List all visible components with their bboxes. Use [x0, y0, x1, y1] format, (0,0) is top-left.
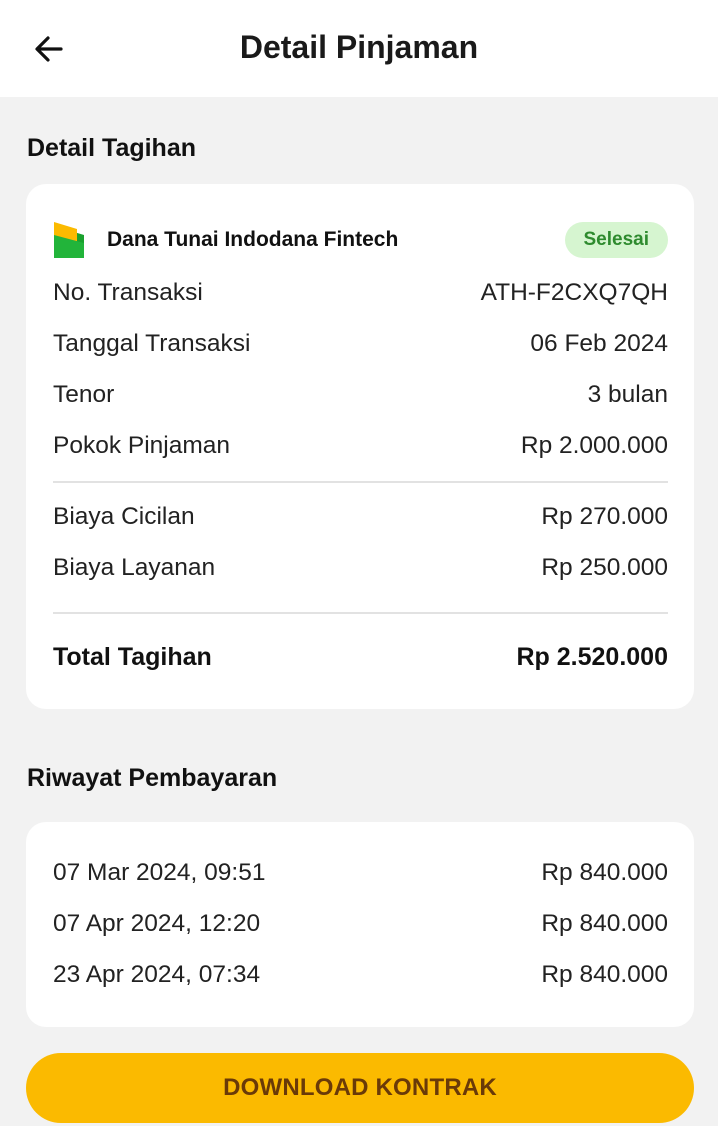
row-label: No. Transaksi: [53, 279, 203, 306]
bill-card: Dana Tunai Indodana Fintech Selesai No. …: [26, 184, 694, 709]
payment-amount: Rp 840.000: [541, 910, 668, 937]
row-label: Biaya Cicilan: [53, 503, 195, 530]
row-value: Rp 250.000: [541, 554, 668, 581]
payment-row: 07 Mar 2024, 09:51 Rp 840.000: [53, 853, 668, 893]
payment-row: 23 Apr 2024, 07:34 Rp 840.000: [53, 955, 668, 995]
total-value: Rp 2.520.000: [516, 642, 669, 671]
row-label: Pokok Pinjaman: [53, 432, 231, 459]
detail-row-transaction-no: No. Transaksi ATH-F2CXQ7QH: [53, 273, 668, 313]
row-label: Biaya Layanan: [53, 554, 216, 581]
page-title: Detail Pinjaman: [239, 29, 479, 65]
payment-history-card: 07 Mar 2024, 09:51 Rp 840.000 07 Apr 202…: [26, 822, 694, 1027]
row-value: Rp 2.000.000: [520, 432, 668, 459]
payment-date: 07 Mar 2024, 09:51: [53, 859, 266, 886]
row-value: ATH-F2CXQ7QH: [480, 279, 668, 306]
app-header: Detail Pinjaman: [0, 0, 718, 97]
divider: [53, 612, 668, 614]
back-button[interactable]: [26, 26, 72, 72]
fee-row-installment: Biaya Cicilan Rp 270.000: [53, 497, 668, 537]
payment-amount: Rp 840.000: [541, 961, 668, 988]
bill-section-title: Detail Tagihan: [27, 134, 197, 162]
payment-date: 23 Apr 2024, 07:34: [53, 961, 261, 988]
detail-row-transaction-date: Tanggal Transaksi 06 Feb 2024: [53, 324, 668, 364]
fee-row-service: Biaya Layanan Rp 250.000: [53, 548, 668, 588]
detail-row-principal: Pokok Pinjaman Rp 2.000.000: [53, 426, 668, 466]
row-label: Tanggal Transaksi: [53, 330, 251, 357]
detail-row-tenor: Tenor 3 bulan: [53, 375, 668, 415]
lender-logo-icon: [54, 222, 84, 258]
row-value: Rp 270.000: [541, 503, 668, 530]
payment-amount: Rp 840.000: [541, 859, 668, 886]
status-badge: Selesai: [564, 222, 668, 258]
total-row: Total Tagihan Rp 2.520.000: [53, 637, 668, 677]
row-label: Tenor: [53, 381, 115, 408]
row-value: 3 bulan: [587, 381, 668, 408]
row-value: 06 Feb 2024: [530, 330, 668, 357]
lender-name: Dana Tunai Indodana Fintech: [107, 228, 399, 251]
payment-row: 07 Apr 2024, 12:20 Rp 840.000: [53, 904, 668, 944]
divider: [53, 481, 668, 483]
history-section-title: Riwayat Pembayaran: [27, 764, 278, 792]
download-contract-button[interactable]: DOWNLOAD KONTRAK: [26, 1053, 694, 1123]
lender-row: Dana Tunai Indodana Fintech Selesai: [53, 218, 668, 262]
payment-date: 07 Apr 2024, 12:20: [53, 910, 261, 937]
arrow-left-icon: [35, 36, 63, 62]
total-label: Total Tagihan: [53, 642, 212, 671]
